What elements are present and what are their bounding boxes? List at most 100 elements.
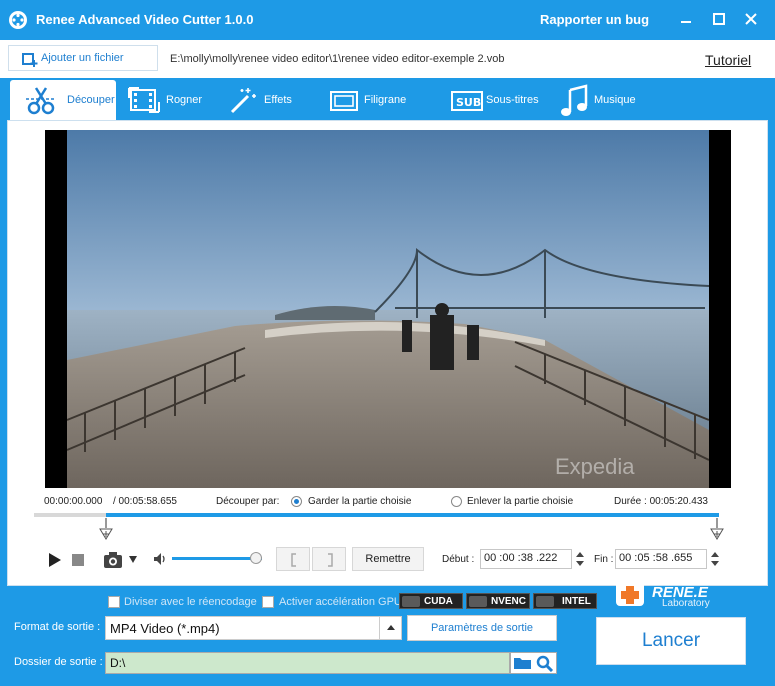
subtitle-icon: SUB — [451, 91, 483, 111]
start-time-input[interactable]: 00 :00 :38 .222 — [480, 549, 572, 569]
stop-button[interactable] — [72, 554, 84, 566]
stepper-icon — [576, 552, 584, 566]
reset-label: Remettre — [365, 553, 411, 565]
folder-tools — [510, 652, 557, 674]
app-logo-icon — [8, 10, 28, 30]
maximize-icon — [713, 13, 725, 25]
split-reencode-label: Diviser avec le réencodage — [124, 596, 257, 608]
format-label: Format de sortie : — [14, 621, 101, 633]
brand-logo-icon — [614, 578, 646, 608]
intel-badge: INTEL — [533, 593, 597, 609]
nvidia-logo-icon — [469, 596, 487, 607]
app-title: Renee Advanced Video Cutter 1.0.0 — [36, 12, 254, 27]
music-note-icon — [561, 84, 588, 116]
tab-decouper[interactable]: Découper — [10, 80, 116, 120]
chevron-up-icon — [387, 625, 395, 630]
video-watermark-text: Expedia — [555, 454, 635, 479]
stepper-icon — [711, 552, 719, 566]
end-marker-icon — [710, 518, 724, 540]
end-marker-handle[interactable] — [710, 518, 724, 540]
add-file-label: Ajouter un fichier — [41, 52, 124, 64]
video-preview[interactable]: Expedia — [45, 130, 731, 488]
bracket-right-icon — [328, 553, 333, 567]
split-reencode-checkbox[interactable] — [108, 596, 120, 608]
timeline-selection — [106, 513, 719, 517]
brand-sub: Laboratory — [662, 598, 710, 609]
current-time: 00:00:00.000 — [44, 496, 103, 507]
start-marker-icon — [99, 518, 113, 540]
duration-label: Durée : 00:05:20.433 — [614, 496, 708, 507]
tab-rogner[interactable]: Rogner — [124, 80, 214, 120]
end-time-stepper[interactable] — [708, 549, 722, 569]
start-time-stepper[interactable] — [573, 549, 587, 569]
folder-value: D:\ — [110, 656, 126, 670]
reset-button[interactable]: Remettre — [352, 547, 424, 571]
set-end-button[interactable] — [312, 547, 346, 571]
watermark-icon — [330, 91, 358, 111]
speaker-icon — [154, 553, 165, 565]
chevron-down-icon — [129, 556, 137, 563]
tab-label: Rogner — [166, 94, 203, 106]
magic-wand-icon — [230, 88, 256, 114]
play-button[interactable] — [44, 551, 64, 569]
gpu-accel-checkbox[interactable] — [262, 596, 274, 608]
file-path: E:\molly\molly\renee video editor\1\rene… — [170, 53, 505, 65]
launch-button[interactable]: Lancer — [596, 617, 746, 665]
tab-effets[interactable]: Effets — [224, 80, 314, 120]
cuda-badge: CUDA — [399, 593, 463, 609]
keep-part-label: Garder la partie choisie — [308, 496, 412, 507]
volume-slider-handle[interactable] — [250, 552, 262, 564]
add-file-button[interactable]: Ajouter un fichier — [8, 45, 158, 71]
intel-logo-icon — [536, 596, 554, 607]
close-icon — [745, 13, 757, 25]
start-marker-handle[interactable] — [99, 518, 113, 540]
film-crop-icon — [128, 87, 160, 113]
volume-button[interactable] — [152, 551, 168, 567]
volume-slider[interactable] — [172, 557, 262, 560]
bracket-left-icon — [291, 553, 296, 567]
remove-part-label: Enlever la partie choisie — [467, 496, 574, 507]
end-time-input[interactable]: 00 :05 :58 .655 — [615, 549, 707, 569]
tab-filigrane[interactable]: Filigrane — [326, 80, 426, 120]
tab-musique[interactable]: Musique — [558, 80, 648, 120]
minimize-button[interactable] — [677, 10, 695, 28]
folder-label: Dossier de sortie : — [14, 656, 103, 668]
nvenc-badge: NVENC — [466, 593, 530, 609]
set-start-button[interactable] — [276, 547, 310, 571]
report-bug-link[interactable]: Rapporter un bug — [540, 12, 649, 27]
end-label: Fin : — [594, 554, 614, 565]
tab-label: Découper — [67, 94, 115, 106]
cut-by-label: Découper par: — [216, 496, 280, 507]
svg-text:SUB: SUB — [456, 96, 481, 109]
add-file-icon — [22, 53, 38, 67]
format-value: MP4 Video (*.mp4) — [110, 621, 220, 636]
format-select[interactable]: MP4 Video (*.mp4) — [105, 616, 402, 640]
browse-folder-button[interactable] — [513, 655, 533, 671]
maximize-button[interactable] — [710, 10, 728, 28]
scissors-icon — [26, 87, 56, 115]
tab-label: Musique — [594, 94, 636, 106]
folder-icon — [514, 658, 531, 669]
keep-part-radio[interactable] — [291, 496, 302, 507]
nvidia-logo-icon — [402, 596, 420, 607]
open-folder-button[interactable] — [535, 654, 555, 673]
snapshot-dropdown[interactable] — [127, 552, 139, 566]
format-dropdown-button[interactable] — [379, 617, 401, 639]
remove-part-radio[interactable] — [451, 496, 462, 507]
tab-label: Sous-titres — [486, 94, 539, 106]
search-icon — [536, 655, 554, 673]
tab-sous-titres[interactable]: SUB Sous-titres — [450, 80, 550, 120]
close-button[interactable] — [742, 10, 760, 28]
minimize-icon — [681, 21, 691, 23]
tab-label: Filigrane — [364, 94, 407, 106]
tutorial-link[interactable]: Tutoriel — [705, 52, 751, 68]
total-time: / 00:05:58.655 — [113, 496, 177, 507]
output-folder-input[interactable]: D:\ — [105, 652, 510, 674]
output-settings-button[interactable]: Paramètres de sortie — [407, 615, 557, 641]
snapshot-button[interactable] — [102, 550, 124, 570]
video-frame-image: Expedia — [45, 130, 731, 488]
camera-icon — [104, 552, 122, 568]
play-icon — [49, 553, 61, 567]
start-label: Début : — [442, 554, 475, 565]
tab-label: Effets — [264, 94, 292, 106]
